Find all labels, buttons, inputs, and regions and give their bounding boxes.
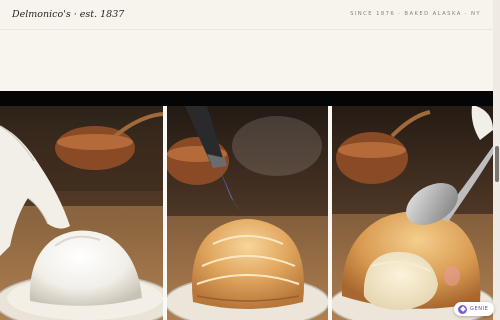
gallery-photo-spoon-cut [332,106,493,320]
gallery-photo-meringue-shaping [0,106,163,320]
page-scrollbar[interactable] [493,0,500,320]
site-header: Delmonico's · est. 1837 SINCE 1876 · BAK… [0,0,493,30]
blank-section [0,31,493,91]
photo-gallery [0,106,493,320]
genie-badge[interactable]: GENIE [454,302,495,316]
dark-band [0,91,493,106]
scrollbar-thumb[interactable] [494,146,499,182]
sparkle-icon [458,304,467,314]
brand-title[interactable]: Delmonico's · est. 1837 [12,9,124,20]
genie-badge-label: GENIE [470,306,489,312]
gallery-photo-torching [167,106,328,320]
header-tagline: SINCE 1876 · BAKED ALASKA · NY [350,11,481,17]
